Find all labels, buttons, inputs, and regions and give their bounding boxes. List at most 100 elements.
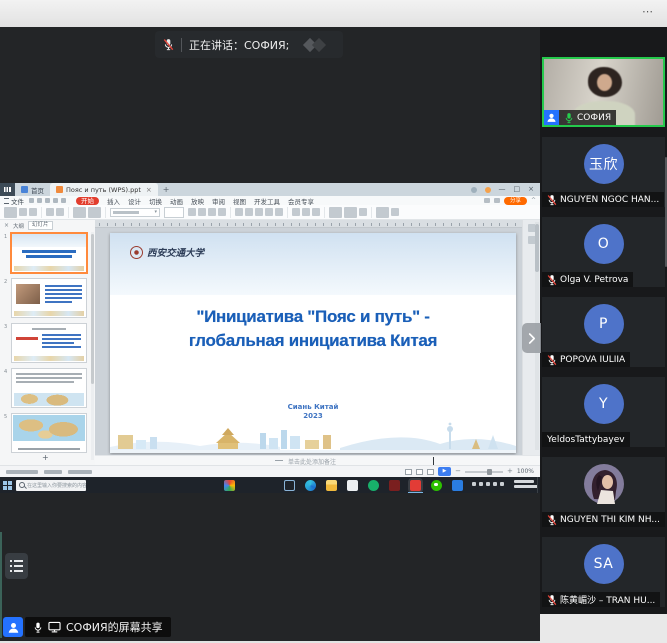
wps-menu-item[interactable]: 动画 xyxy=(170,196,183,206)
taskbar-app-icon[interactable] xyxy=(224,480,235,491)
participant-name: NGUYEN NGOC HAN... xyxy=(560,195,659,205)
slideshow-play-button[interactable]: ▶ xyxy=(438,467,451,476)
wps-document-tab[interactable]: Пояс и путь (WPS).ppt × xyxy=(50,183,158,196)
sorter-view-icon[interactable] xyxy=(416,469,423,475)
shape-tools[interactable] xyxy=(329,207,367,218)
participant-name: NGUYEN THI KIM NH... xyxy=(560,515,660,525)
new-tab-button[interactable]: + xyxy=(158,185,175,194)
university-logo: 西安交通大学 xyxy=(130,245,204,259)
zoom-slider[interactable] xyxy=(465,471,503,473)
arrange-tools[interactable] xyxy=(376,207,399,218)
zoom-percent: 100% xyxy=(517,468,534,475)
quick-access-icons[interactable] xyxy=(29,198,66,203)
new-slide-tools[interactable] xyxy=(73,207,101,218)
tools-icon[interactable] xyxy=(494,198,500,203)
participant-tile[interactable]: YYeldosTattybayev xyxy=(542,377,665,447)
wps-menu-item[interactable]: 开发工具 xyxy=(254,196,280,206)
paragraph-tools[interactable] xyxy=(235,208,283,216)
taskbar-app-icon[interactable] xyxy=(284,480,295,491)
wps-home-tab[interactable]: 首页 xyxy=(15,183,50,196)
windows-taskbar: 在这里输入你要搜索的内容 xyxy=(0,477,540,493)
active-app-underline xyxy=(408,492,423,494)
zoom-in-button[interactable]: + xyxy=(507,468,513,475)
wps-menu-item[interactable]: 视图 xyxy=(233,196,246,206)
wps-logo-icon[interactable] xyxy=(0,183,15,196)
name-pill: POPOVA IULIIA xyxy=(542,352,630,367)
reading-view-icon[interactable] xyxy=(427,469,434,475)
taskbar-app-icon[interactable] xyxy=(347,480,358,491)
wps-taskbar-icon[interactable] xyxy=(410,480,421,491)
wps-menu-item[interactable]: 插入 xyxy=(107,196,120,206)
avatar-initials: SA xyxy=(594,556,614,572)
agenda-list-button[interactable] xyxy=(5,553,28,579)
wps-menu-item[interactable]: 切换 xyxy=(149,196,162,206)
start-button[interactable] xyxy=(3,481,12,490)
avatar-initials: 玉欣 xyxy=(589,154,618,174)
participant-tile[interactable]: NGUYEN THI KIM NH... xyxy=(542,457,665,527)
maximize-button[interactable]: □ xyxy=(514,186,521,193)
wps-menu-item[interactable]: 审阅 xyxy=(212,196,225,206)
taskbar-app-icon[interactable] xyxy=(452,480,463,491)
panel-close-icon[interactable]: × xyxy=(4,222,9,229)
slide-thumbnail-1[interactable]: 1 xyxy=(11,233,87,273)
university-seal-icon xyxy=(130,246,143,259)
participant-avatar: SA xyxy=(584,544,624,584)
account-icon[interactable] xyxy=(471,187,477,193)
slide-thumbnail-5[interactable]: 5 xyxy=(11,413,87,453)
close-button[interactable]: × xyxy=(528,186,534,193)
zoom-out-button[interactable]: − xyxy=(455,468,461,475)
hamburger-icon xyxy=(4,198,9,204)
slide-thumbnail-2[interactable]: 2 xyxy=(11,278,87,318)
wechat-icon[interactable] xyxy=(431,480,442,491)
watermark-logo-icon xyxy=(303,37,333,53)
slide: 西安交通大学 "Инициатива "Пояс и путь" - глоба… xyxy=(110,233,516,453)
taskbar-app-icon[interactable] xyxy=(389,480,400,491)
collapse-ribbon-icon[interactable]: ^ xyxy=(531,197,536,204)
find-icon[interactable] xyxy=(484,198,490,203)
wps-toolbar: ▾ xyxy=(0,205,540,220)
file-menu[interactable]: 文件 xyxy=(0,196,29,206)
member-icon[interactable] xyxy=(485,187,491,193)
hide-sidebar-button[interactable] xyxy=(522,323,541,353)
name-pill: NGUYEN NGOC HAN... xyxy=(542,192,664,207)
edge-browser-icon[interactable] xyxy=(305,480,316,491)
font-name-select[interactable]: ▾ xyxy=(110,208,160,217)
tab-close-icon[interactable]: × xyxy=(146,186,152,194)
participant-label: 陈黄嵋沙 – TRAN HU... xyxy=(542,592,660,607)
participant-tile[interactable]: PPOPOVA IULIIA xyxy=(542,297,665,367)
format-painter-tool[interactable] xyxy=(46,208,64,216)
taskbar-app-icon[interactable] xyxy=(368,480,379,491)
font-size-select[interactable] xyxy=(164,207,184,218)
name-pill: YeldosTattybayev xyxy=(542,432,630,447)
window-title-bar: ⋯ xyxy=(0,0,667,28)
wps-menu-active[interactable]: 开始 xyxy=(76,197,99,205)
file-explorer-icon[interactable] xyxy=(326,480,337,491)
window-more-icon[interactable]: ⋯ xyxy=(642,5,653,18)
taskbar-search[interactable]: 在这里输入你要搜索的内容 xyxy=(16,480,86,491)
tab-outline[interactable]: 大纲 xyxy=(13,222,24,230)
paste-tools[interactable] xyxy=(4,207,37,218)
wps-menu-item[interactable]: 设计 xyxy=(128,196,141,206)
participant-avatar-image xyxy=(584,464,624,504)
add-slide-button[interactable]: + xyxy=(42,453,49,462)
home-tab-label: 首页 xyxy=(31,185,44,195)
participant-tile[interactable]: 玉欣 NGUYEN NGOC HAN... xyxy=(542,137,665,207)
participant-tile[interactable]: СОФИЯ xyxy=(542,57,665,127)
participant-tile[interactable]: SA 陈黄嵋沙 – TRAN HU... xyxy=(542,537,665,607)
wps-menu-item[interactable]: 会员专享 xyxy=(288,196,314,206)
wps-menu-item[interactable]: 放映 xyxy=(191,196,204,206)
wps-share-button[interactable]: 分享 xyxy=(504,197,527,205)
slide-thumbnail-3[interactable]: 3 xyxy=(11,323,87,363)
align-tools[interactable] xyxy=(292,208,320,216)
participant-name: СОФИЯ xyxy=(577,113,611,123)
font-style-tools[interactable] xyxy=(188,208,226,216)
meeting-window: ⋯ 正在讲话：СОФИЯ; 首页 Пояс и путь (WPS). xyxy=(0,0,667,643)
status-slide-indicator xyxy=(6,470,38,474)
normal-view-icon[interactable] xyxy=(405,469,412,475)
slide-thumbnail-4[interactable]: 4 xyxy=(11,368,87,408)
panel-scrollbar[interactable] xyxy=(91,232,94,460)
participant-tile[interactable]: OOlga V. Petrova xyxy=(542,217,665,287)
tab-slides[interactable]: 幻灯片 xyxy=(28,221,53,230)
system-tray[interactable] xyxy=(472,482,504,486)
minimize-button[interactable]: — xyxy=(499,186,506,193)
